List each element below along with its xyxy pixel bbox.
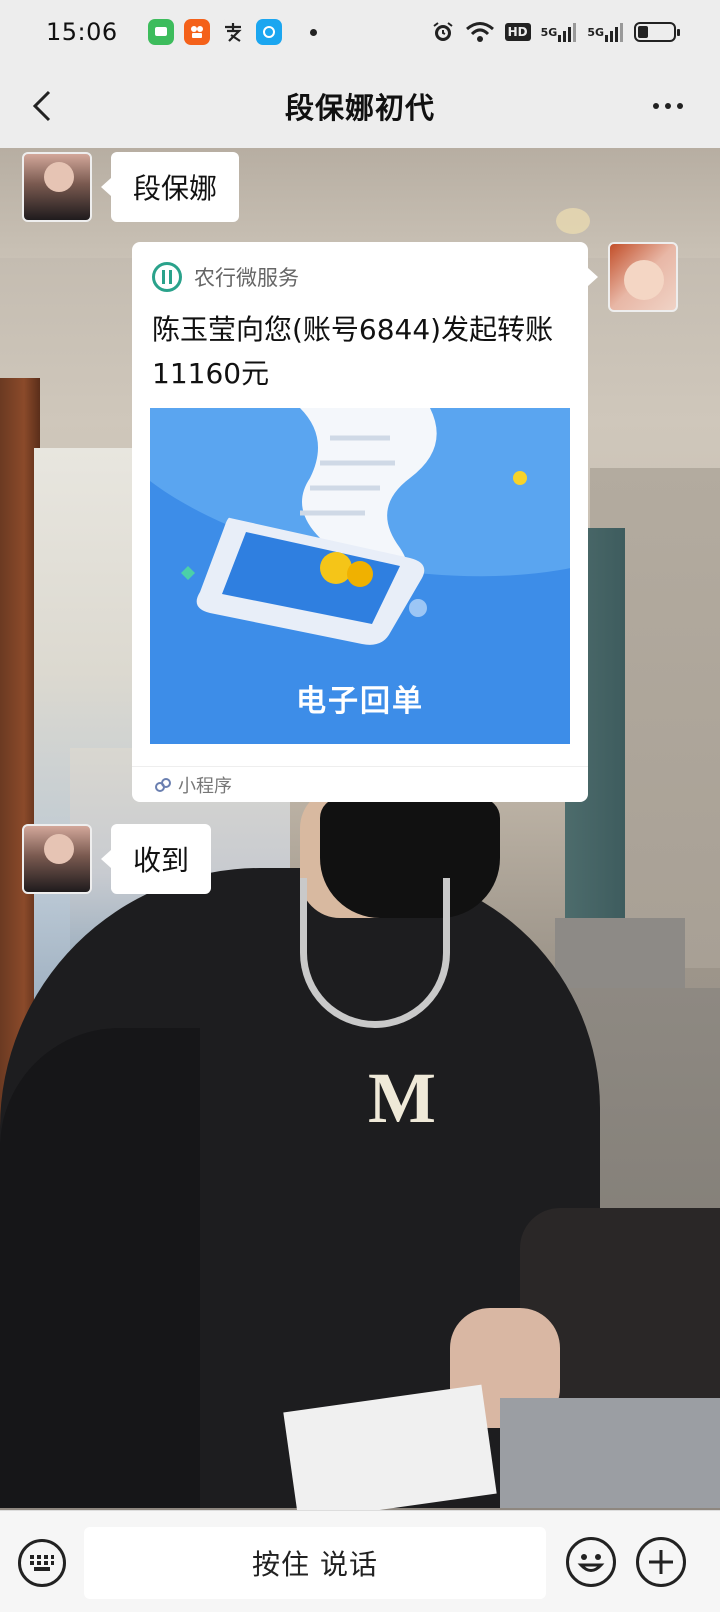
wifi-icon	[465, 21, 495, 43]
input-bar: 按住 说话	[0, 1510, 720, 1612]
signal-icon-1: 5G	[541, 21, 578, 43]
chevron-left-icon	[32, 90, 51, 122]
hd-icon: HD	[504, 23, 531, 41]
chat-area[interactable]: M 段保娜 农行微服务 陈玉莹向您(账号6844)发起转账11160元 电子回单…	[0, 148, 720, 1510]
notification-dot-icon	[309, 28, 317, 36]
card-image-caption: 电子回单	[296, 684, 424, 719]
mini-program-card[interactable]: 农行微服务 陈玉莹向您(账号6844)发起转账11160元 电子回单 小程序	[132, 242, 598, 802]
chat-title: 段保娜初代	[284, 91, 435, 125]
status-bar: 15:06 HD 5G 5G	[0, 0, 720, 64]
message-bubble[interactable]: 段保娜	[100, 152, 240, 222]
abc-bank-logo-icon	[152, 262, 182, 292]
emoji-button[interactable]	[566, 1537, 616, 1587]
more-dot-icon	[653, 103, 659, 109]
battery-level	[638, 26, 649, 38]
message-text: 段保娜	[133, 172, 218, 205]
keyboard-icon	[30, 1555, 54, 1571]
signal-label-2: 5G	[587, 25, 604, 39]
plus-icon	[649, 1550, 673, 1574]
more-options-button[interactable]	[646, 86, 690, 126]
status-app-icons	[147, 19, 317, 45]
kuaishou-icon	[183, 19, 210, 45]
alipay-icon	[219, 19, 246, 45]
wechat-icon	[147, 19, 174, 45]
card-source: 农行微服务	[194, 266, 299, 290]
more-functions-button[interactable]	[636, 1537, 686, 1587]
shirt-logo-icon: M	[368, 1057, 436, 1138]
signal-label-1: 5G	[540, 25, 558, 39]
card-title: 陈玉莹向您(账号6844)发起转账11160元	[152, 313, 554, 390]
chat-header: 段保娜初代	[0, 64, 720, 148]
card-header: 农行微服务	[152, 262, 299, 292]
hold-to-talk-button[interactable]: 按住 说话	[84, 1527, 546, 1599]
edge-browser-icon	[255, 19, 282, 45]
back-button[interactable]	[22, 86, 62, 126]
card-footer: 小程序	[132, 766, 588, 802]
signal-icon-2: 5G	[587, 21, 624, 43]
keyboard-toggle-button[interactable]	[18, 1539, 66, 1587]
self-avatar[interactable]	[608, 242, 678, 312]
card-footer-label: 小程序	[178, 775, 232, 797]
card-image: 电子回单	[150, 408, 570, 744]
message-bubble[interactable]: 收到	[100, 824, 212, 894]
sender-avatar[interactable]	[22, 152, 92, 222]
mini-program-icon	[155, 777, 171, 792]
sender-avatar[interactable]	[22, 824, 92, 894]
alarm-icon	[431, 20, 455, 44]
status-right: HD 5G 5G	[431, 0, 680, 64]
emoji-icon	[577, 1554, 605, 1572]
battery-icon	[634, 22, 680, 42]
message-text: 收到	[133, 844, 190, 877]
status-time: 15:06	[46, 18, 118, 46]
